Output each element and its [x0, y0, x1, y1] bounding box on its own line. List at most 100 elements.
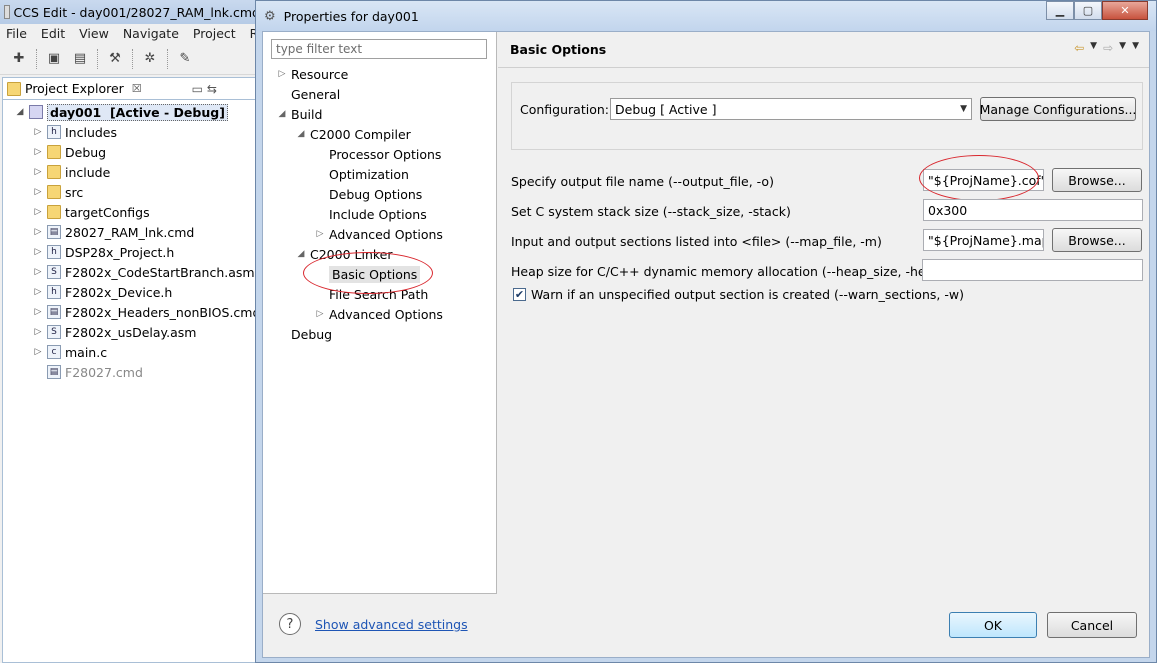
expanded-arrow-icon[interactable]: ◢ [277, 109, 287, 119]
collapsed-arrow-icon[interactable]: ▷ [315, 229, 325, 239]
property-tree-item[interactable]: ▷ Resource [277, 64, 349, 84]
back-dropdown-icon[interactable]: ▼ [1090, 41, 1097, 55]
collapsed-arrow-icon[interactable]: ▷ [33, 267, 43, 277]
ok-button[interactable]: OK [949, 612, 1037, 638]
stack-size-input[interactable]: 0x300 [923, 199, 1143, 221]
property-tree-item[interactable]: ◢ C2000 Linker [296, 244, 393, 264]
filter-input[interactable] [271, 39, 487, 59]
view-menu-icon[interactable]: ▼ [1132, 41, 1139, 55]
map-file-label: Input and output sections listed into <f… [511, 234, 882, 249]
expanded-arrow-icon[interactable]: ◢ [296, 129, 306, 139]
configuration-value: Debug [ Active ] [615, 101, 717, 117]
property-tree-item[interactable]: Basic Options [315, 264, 421, 284]
cancel-button[interactable]: Cancel [1047, 612, 1137, 638]
folder-icon [47, 165, 61, 179]
tree-item[interactable]: ▷ c main.c [33, 342, 108, 362]
build-hammer-icon[interactable]: ⚒ [106, 50, 124, 68]
property-tree-item[interactable]: Debug [277, 324, 332, 344]
collapsed-arrow-icon[interactable]: ▷ [33, 167, 43, 177]
property-tree-label: Advanced Options [329, 306, 443, 322]
tree-item-label: src [65, 184, 84, 200]
menu-project[interactable]: Project [193, 26, 236, 41]
property-tree-item[interactable]: ◢ Build [277, 104, 323, 124]
tree-item[interactable]: ▷ h DSP28x_Project.h [33, 242, 175, 262]
property-tree-item[interactable]: Debug Options [315, 184, 422, 204]
heap-size-input[interactable] [922, 259, 1143, 281]
collapsed-arrow-icon[interactable]: ▷ [33, 227, 43, 237]
new-icon[interactable]: ✚ [10, 50, 28, 68]
collapsed-arrow-icon[interactable]: ▷ [33, 347, 43, 357]
debug-bug-icon[interactable]: ✲ [141, 50, 159, 68]
warn-sections-label: Warn if an unspecified output section is… [531, 287, 964, 302]
tree-item[interactable]: ▷ S F2802x_usDelay.asm [33, 322, 197, 342]
tree-item[interactable]: ▷ h F2802x_Device.h [33, 282, 173, 302]
expanded-arrow-icon[interactable]: ◢ [15, 107, 25, 117]
expanded-arrow-icon[interactable]: ◢ [296, 249, 306, 259]
collapsed-arrow-icon[interactable]: ▷ [33, 127, 43, 137]
property-tree-item[interactable]: General [277, 84, 340, 104]
close-icon[interactable]: ☒ [132, 82, 142, 95]
tree-item[interactable]: ▷ h Includes [33, 122, 117, 142]
toolbar-separator [97, 48, 98, 69]
property-tree-label: C2000 Linker [310, 246, 393, 262]
warn-sections-option[interactable]: ✔ Warn if an unspecified output section … [513, 287, 964, 302]
collapsed-arrow-icon[interactable]: ▷ [277, 69, 287, 79]
collapsed-arrow-icon[interactable]: ▷ [33, 187, 43, 197]
property-tree-item[interactable]: Optimization [315, 164, 409, 184]
manage-configurations-button[interactable]: Manage Configurations... [980, 97, 1136, 121]
map-file-browse-button[interactable]: Browse... [1052, 228, 1142, 252]
property-tree-item[interactable]: ▷ Advanced Options [315, 304, 443, 324]
tree-item[interactable]: ▤ F28027.cmd [33, 362, 143, 382]
page-header: Basic Options ⇦ ▼ ⇨ ▼ ▼ [498, 32, 1149, 68]
tree-item[interactable]: ▷ S F2802x_CodeStartBranch.asm [33, 262, 255, 282]
excluded-file-icon: ▤ [47, 365, 61, 379]
collapsed-arrow-icon[interactable]: ▷ [33, 287, 43, 297]
project-explorer-tab[interactable]: Project Explorer ☒ ▭ ⇆ [2, 77, 256, 99]
property-tree-label: Optimization [329, 166, 409, 182]
property-tree-item[interactable]: ▷ Advanced Options [315, 224, 443, 244]
tree-item[interactable]: ▷ targetConfigs [33, 202, 150, 222]
collapsed-arrow-icon[interactable]: ▷ [33, 307, 43, 317]
toolbar-separator [36, 48, 37, 69]
property-tree-item[interactable]: File Search Path [315, 284, 428, 304]
maximize-button[interactable]: ▢ [1074, 1, 1102, 20]
menu-navigate[interactable]: Navigate [123, 26, 179, 41]
close-button[interactable]: ✕ [1102, 1, 1148, 20]
menu-view[interactable]: View [79, 26, 109, 41]
save-icon[interactable]: ▣ [45, 50, 63, 68]
asm-file-icon: S [47, 265, 61, 279]
map-file-input[interactable]: "${ProjName}.map" [923, 229, 1044, 251]
ide-toolbar: ✚ ▣ ▤ ⚒ ✲ ✎ [0, 43, 260, 75]
tree-item[interactable]: ▷ ▤ F2802x_Headers_nonBIOS.cmd [33, 302, 261, 322]
menu-file[interactable]: File [6, 26, 27, 41]
configuration-select[interactable]: Debug [ Active ] ▼ [610, 98, 972, 120]
property-tree-item[interactable]: ◢ C2000 Compiler [296, 124, 411, 144]
minimize-button[interactable]: ▁ [1046, 1, 1074, 20]
output-file-input[interactable]: "${ProjName}.cof" [923, 169, 1044, 191]
warn-sections-checkbox[interactable]: ✔ [513, 288, 526, 301]
tree-item-project[interactable]: ◢ day001 [Active - Debug] [15, 102, 228, 122]
forward-arrow-icon[interactable]: ⇨ [1103, 41, 1113, 55]
menu-edit[interactable]: Edit [41, 26, 65, 41]
folder-icon [47, 185, 61, 199]
collapsed-arrow-icon[interactable]: ▷ [315, 309, 325, 319]
tree-item[interactable]: ▷ src [33, 182, 84, 202]
tree-item[interactable]: ▷ Debug [33, 142, 107, 162]
property-tree-item[interactable]: Include Options [315, 204, 427, 224]
property-tree-item[interactable]: Processor Options [315, 144, 441, 164]
tree-item[interactable]: ▷ include [33, 162, 111, 182]
flash-icon[interactable]: ✎ [176, 50, 194, 68]
collapsed-arrow-icon[interactable]: ▷ [33, 247, 43, 257]
collapsed-arrow-icon[interactable]: ▷ [33, 207, 43, 217]
minimize-icon[interactable]: ▭ ⇆ [192, 82, 217, 96]
property-tree-pane: ▷ Resource General ◢ Build ◢ C2000 Compiler Pro… [263, 32, 497, 594]
tree-item[interactable]: ▷ ▤ 28027_RAM_lnk.cmd [33, 222, 195, 242]
collapsed-arrow-icon[interactable]: ▷ [33, 327, 43, 337]
show-advanced-settings-link[interactable]: Show advanced settings [315, 617, 468, 632]
back-arrow-icon[interactable]: ⇦ [1074, 41, 1084, 55]
help-icon[interactable]: ? [279, 613, 301, 635]
save-all-icon[interactable]: ▤ [71, 50, 89, 68]
forward-dropdown-icon[interactable]: ▼ [1119, 41, 1126, 55]
collapsed-arrow-icon[interactable]: ▷ [33, 147, 43, 157]
output-file-browse-button[interactable]: Browse... [1052, 168, 1142, 192]
